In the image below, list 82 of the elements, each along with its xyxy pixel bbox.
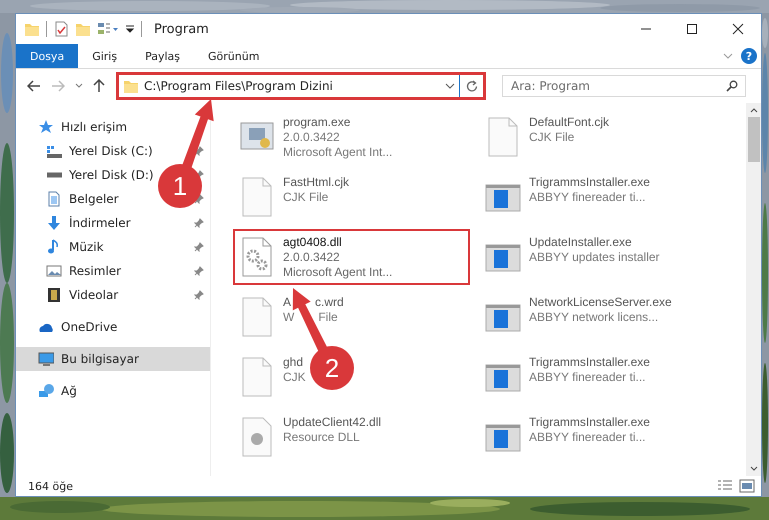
star-icon — [38, 119, 54, 135]
ribbon-tab[interactable]: Paylaş — [131, 44, 194, 68]
computer-icon — [38, 351, 54, 367]
sidebar-item[interactable]: Resimler — [69, 264, 122, 278]
file-name: UpdateInstaller.exe — [529, 235, 632, 250]
file-detail: ABBYY updates installer — [529, 250, 660, 265]
scroll-down-icon[interactable] — [750, 466, 758, 472]
file-detail: W — [283, 310, 294, 325]
back-arrow-icon — [27, 80, 41, 92]
file-name: A — [283, 295, 292, 310]
folder-icon — [123, 78, 139, 94]
ribbon-tab[interactable]: Görünüm — [194, 44, 274, 68]
forward-arrow-icon — [51, 80, 65, 92]
sidebar-item[interactable]: Belgeler — [69, 192, 119, 206]
view-menu-icon[interactable] — [97, 21, 119, 37]
scrollbar[interactable] — [746, 103, 761, 476]
chevron-down-icon[interactable] — [445, 82, 455, 90]
file-detail: Microsoft Agent Int... — [283, 265, 392, 280]
window-title: Program — [154, 22, 210, 36]
sidebar-item[interactable]: Hızlı erişim — [61, 120, 128, 134]
file-detail: ABBYY network licens... — [529, 310, 658, 325]
maximize-icon — [686, 23, 698, 35]
pin-icon[interactable] — [194, 266, 204, 276]
file-name: TrigrammsInstaller.exe — [529, 355, 650, 370]
pin-icon[interactable] — [194, 290, 204, 300]
sidebar-item[interactable]: Videolar — [69, 288, 118, 302]
pin-icon[interactable] — [194, 242, 204, 252]
search-field[interactable]: Ara: Program — [502, 75, 746, 97]
sidebar-item[interactable]: Yerel Disk (D:) — [69, 168, 154, 182]
file-detail: File — [318, 310, 338, 325]
network-icon — [38, 383, 54, 399]
file-name: UpdateClient42.dll — [283, 415, 382, 430]
file-name: ghd — [283, 355, 304, 370]
file-detail: Microsoft Agent Int... — [283, 145, 392, 160]
help-button[interactable]: ? — [741, 48, 757, 64]
file-name: c.wrd — [315, 295, 344, 310]
sidebar-item[interactable]: Bu bilgisayar — [61, 352, 139, 366]
drive-icon — [46, 172, 62, 178]
file-detail: ABBYY finereader ti... — [529, 190, 646, 205]
download-arrow-icon — [46, 215, 62, 231]
pin-icon[interactable] — [194, 218, 204, 228]
film-icon — [46, 287, 62, 303]
address-path: C:\Program Files\Program Dizini — [144, 79, 334, 93]
file-name: agt0408.dll — [283, 235, 342, 250]
file-name: DefaultFont.cjk — [529, 115, 610, 130]
step-number-badge: 1 — [158, 164, 202, 208]
item-count: 164 öğe — [28, 480, 74, 492]
file-detail: ABBYY finereader ti... — [529, 430, 646, 445]
file-name: FastHtml.cjk — [283, 175, 349, 190]
file-detail: 2.0.0.3422 — [283, 250, 340, 265]
sidebar-item[interactable]: İndirmeler — [69, 216, 131, 230]
file-item[interactable]: agt0408.dll 2.0.0.3422 Microsoft Agent Int... — [233, 229, 470, 285]
scroll-up-icon[interactable] — [750, 107, 758, 113]
properties-icon[interactable] — [53, 21, 69, 37]
file-detail: 2.0.0.3422 — [283, 130, 340, 145]
picture-icon — [46, 263, 62, 279]
tiles-view-icon[interactable] — [739, 479, 755, 493]
file-detail: ABBYY finereader ti... — [529, 370, 646, 385]
file-name: NetworkLicenseServer.exe — [529, 295, 672, 310]
refresh-icon — [466, 80, 478, 92]
drive-icon — [46, 144, 62, 158]
file-name: TrigrammsInstaller.exe — [529, 415, 650, 430]
sidebar-item[interactable]: Müzik — [69, 240, 104, 254]
file-detail: CJK File — [283, 190, 328, 205]
document-icon — [46, 191, 62, 207]
up-arrow-icon — [93, 79, 105, 93]
close-icon — [732, 23, 744, 35]
sidebar-item[interactable]: Ağ — [61, 384, 77, 398]
sidebar-item[interactable]: OneDrive — [61, 320, 118, 334]
sidebar-item[interactable]: Yerel Disk (C:) — [69, 144, 153, 158]
search-icon[interactable] — [726, 80, 738, 92]
ribbon-tab[interactable]: Giriş — [78, 44, 132, 68]
file-detail: CJK — [283, 370, 306, 385]
step-number-badge: 2 — [310, 346, 354, 390]
scrollbar-thumb[interactable] — [748, 117, 760, 162]
address-bar[interactable]: C:\Program Files\Program Dizini — [116, 72, 486, 100]
chevron-down-icon — [75, 83, 83, 89]
file-detail: CJK File — [529, 130, 574, 145]
file-detail: Resource DLL — [283, 430, 360, 445]
ribbon-tab[interactable]: Dosya — [16, 44, 78, 68]
file-name: program.exe — [283, 115, 350, 130]
file-name: TrigrammsInstaller.exe — [529, 175, 650, 190]
